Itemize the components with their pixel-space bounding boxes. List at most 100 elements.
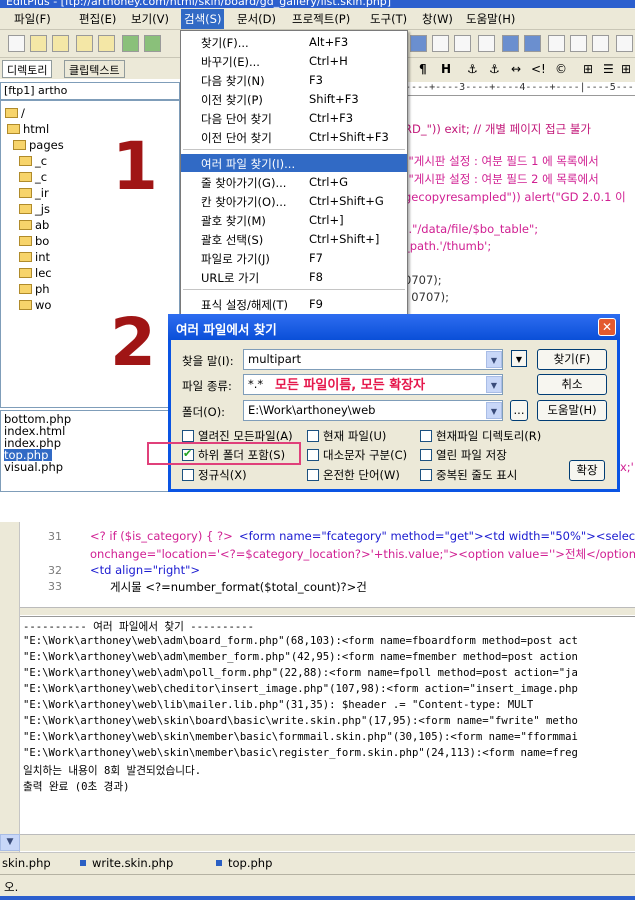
output-line[interactable]: "E:\Work\arthoney\web\adm\poll_form.php"… (23, 667, 578, 679)
abc-icon[interactable] (570, 35, 587, 52)
tree-node[interactable]: wo (19, 298, 51, 314)
anchor-icon[interactable]: ⚓ (467, 62, 478, 76)
list-icon[interactable] (548, 35, 565, 52)
tab-directory[interactable]: 디렉토리 (2, 60, 53, 78)
chevron-down-icon[interactable]: ▼ (486, 402, 502, 419)
menu-item-goto-file[interactable]: 파일로 가기(J) F7 (181, 249, 407, 267)
menu-item-goto-column[interactable]: 칸 찾아가기(O)... Ctrl+Shift+G (181, 192, 407, 210)
tree-node[interactable]: html (7, 122, 49, 138)
checkbox[interactable] (307, 430, 319, 442)
ftp-upload-icon[interactable] (122, 35, 139, 52)
copyright-icon[interactable]: © (555, 62, 567, 76)
tree-node[interactable]: pages (13, 138, 64, 154)
menu-file[interactable]: 파일(F) (14, 11, 51, 27)
output-line[interactable]: "E:\Work\arthoney\web\adm\member_form.ph… (23, 651, 578, 663)
checkbox[interactable] (182, 430, 194, 442)
menu-item-find-next[interactable]: 다음 찾기(N) F3 (181, 71, 407, 89)
menu-item-find[interactable]: 찾기(F)... Alt+F3 (181, 33, 407, 51)
output-line[interactable]: "E:\Work\arthoney\web\lib\mailer.lib.php… (23, 699, 533, 711)
tree-node[interactable]: bo (19, 234, 49, 250)
cancel-button[interactable]: 취소 (537, 374, 607, 395)
new-file-icon[interactable] (8, 35, 25, 52)
column-icon[interactable] (478, 35, 495, 52)
find-what-input[interactable]: multipart (243, 349, 503, 370)
menu-item-select-brace[interactable]: 괄호 선택(S) Ctrl+Shift+] (181, 230, 407, 248)
horizontal-scrollbar[interactable] (20, 834, 635, 851)
italic-a-icon[interactable] (502, 35, 519, 52)
chevron-down-icon[interactable]: ▼ (486, 376, 502, 393)
checkbox[interactable] (420, 449, 432, 461)
grid-icon[interactable]: ⊞ (621, 62, 631, 76)
undo-icon[interactable] (410, 35, 427, 52)
ftp-open-icon[interactable] (52, 35, 69, 52)
tree-node[interactable]: / (5, 106, 25, 122)
save-icon[interactable] (76, 35, 93, 52)
option-regex[interactable]: 정규식(X) (182, 467, 247, 483)
menu-item-match-brace[interactable]: 괄호 찾기(M) Ctrl+] (181, 211, 407, 229)
tab-write-skin-php[interactable]: write.skin.php (80, 856, 173, 870)
output-line[interactable]: "E:\Work\arthoney\web\skin\member\basic\… (23, 731, 578, 743)
browser-icon[interactable] (616, 35, 633, 52)
tree-node[interactable]: lec (19, 266, 52, 282)
menu-item-goto-url[interactable]: URL로 가기 F8 (181, 268, 407, 286)
checkbox[interactable] (420, 469, 432, 481)
chevron-down-icon[interactable]: ▼ (486, 351, 502, 368)
directory-path-select[interactable]: [ftp1] artho (0, 82, 180, 100)
browse-folder-button[interactable]: ... (510, 400, 528, 421)
menu-tools[interactable]: 도구(T) (370, 11, 407, 27)
save-all-icon[interactable] (98, 35, 115, 52)
menu-search[interactable]: 검색(S) (181, 9, 225, 29)
print-icon[interactable] (144, 35, 161, 52)
tree-node[interactable]: _c (19, 154, 47, 170)
goto-icon[interactable] (454, 35, 471, 52)
option-current-dir[interactable]: 현재파일 디렉토리(R) (420, 428, 541, 444)
link-icon[interactable]: ⚓ (489, 62, 500, 76)
menu-document[interactable]: 문서(D) (237, 11, 276, 27)
tree-node[interactable]: ab (19, 218, 49, 234)
close-icon[interactable]: ✕ (598, 318, 616, 336)
option-current-file[interactable]: 현재 파일(U) (307, 428, 386, 444)
checkbox[interactable] (307, 449, 319, 461)
replace-icon[interactable] (432, 35, 449, 52)
menu-help[interactable]: 도움말(H) (466, 11, 515, 27)
menu-item-find-next-word[interactable]: 다음 단어 찾기 Ctrl+F3 (181, 109, 407, 127)
output-window[interactable]: ---------- 여러 파일에서 찾기 ---------- "E:\Wor… (20, 616, 635, 834)
tree-node[interactable]: int (19, 250, 50, 266)
menu-project[interactable]: 프로젝트(P) (292, 11, 350, 27)
output-line[interactable]: "E:\Work\arthoney\web\cheditor\insert_im… (23, 683, 578, 695)
comment-icon[interactable]: <! (531, 62, 546, 76)
output-line[interactable]: "E:\Work\arthoney\web\adm\board_form.php… (23, 635, 578, 647)
menu-item-goto-line[interactable]: 줄 찾아가기(G)... Ctrl+G (181, 173, 407, 191)
menu-item-find-prev-word[interactable]: 이전 단어 찾기 Ctrl+Shift+F3 (181, 128, 407, 146)
option-whole-word[interactable]: 온전한 단어(W) (307, 467, 400, 483)
word-wrap-icon[interactable] (524, 35, 541, 52)
tree-node[interactable]: _ir (19, 186, 49, 202)
menu-item-find-in-files[interactable]: 여러 파일 찾기(I)... (181, 154, 407, 172)
tab-cliptext[interactable]: 클립텍스트 (64, 60, 125, 78)
tree-node[interactable]: ph (19, 282, 50, 298)
menu-item-replace[interactable]: 바꾸기(E)... Ctrl+H (181, 52, 407, 70)
tab-top-php[interactable]: top.php (216, 856, 272, 870)
menu-edit[interactable]: 편집(E) (79, 11, 116, 27)
tree-node[interactable]: _c (19, 170, 47, 186)
code-editor[interactable]: 31 <? if ($is_category) { ?> <form name=… (20, 522, 635, 614)
option-save-open-files[interactable]: 열린 파일 저장 (420, 447, 507, 463)
help-button[interactable]: 도움말(H) (537, 400, 607, 421)
spellcheck-icon[interactable] (592, 35, 609, 52)
paragraph-icon[interactable]: ¶ (419, 62, 427, 76)
hr-icon[interactable]: ↔ (511, 62, 521, 76)
output-line[interactable]: "E:\Work\arthoney\web\skin\member\basic\… (23, 747, 578, 759)
tab-skin-php[interactable]: skin.php (2, 856, 51, 870)
horizontal-scrollbar[interactable] (20, 607, 635, 615)
folder-input[interactable]: E:\Work\arthoney\web (243, 400, 503, 421)
checkbox[interactable] (182, 469, 194, 481)
menu-list-icon[interactable]: ☰ (603, 62, 614, 76)
menu-item-toggle-bookmark[interactable]: 표식 설정/해제(T) F9 (181, 295, 407, 313)
option-match-case[interactable]: 대소문자 구분(C) (307, 447, 407, 463)
open-folder-icon[interactable] (30, 35, 47, 52)
menu-window[interactable]: 창(W) (422, 11, 453, 27)
checkbox[interactable] (420, 430, 432, 442)
output-line[interactable]: "E:\Work\arthoney\web\skin\board\basic\w… (23, 715, 578, 727)
option-show-duplicates[interactable]: 중복된 줄도 표시 (420, 467, 517, 483)
tree-node[interactable]: _js (19, 202, 50, 218)
